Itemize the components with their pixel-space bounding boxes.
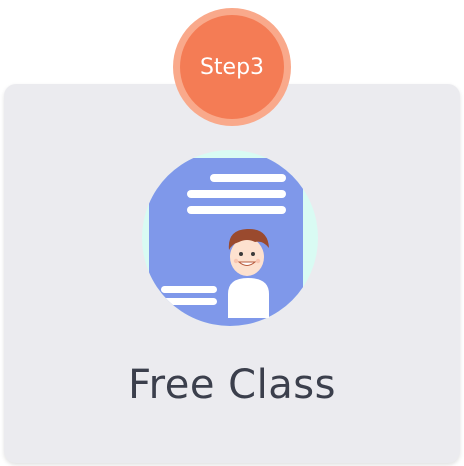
document-line bbox=[187, 190, 286, 198]
card-title: Free Class bbox=[128, 362, 336, 408]
step-card-container: Step3 Free Class bbox=[0, 0, 464, 466]
document-line bbox=[161, 298, 217, 305]
document-line bbox=[210, 174, 286, 182]
step-badge: Step3 bbox=[173, 8, 291, 126]
document-with-person-icon bbox=[142, 150, 318, 326]
document-line bbox=[161, 286, 217, 293]
document-line bbox=[187, 206, 286, 214]
step-badge-label: Step3 bbox=[180, 15, 284, 119]
